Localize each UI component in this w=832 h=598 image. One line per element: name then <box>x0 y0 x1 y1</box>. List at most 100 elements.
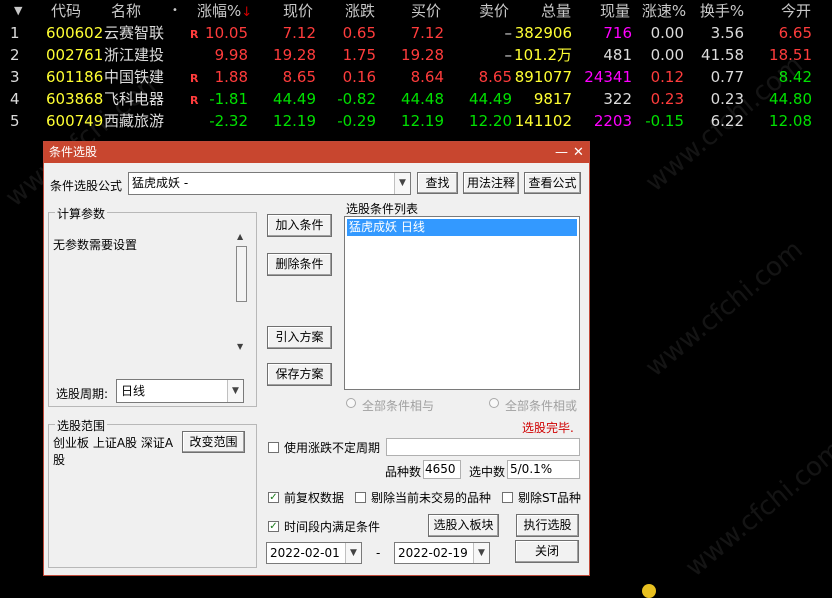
cell-change: 0.65 <box>342 24 376 42</box>
watermark: www.cfchi.com <box>680 434 832 583</box>
list-item[interactable]: 猛虎成妖 日线 <box>347 219 577 236</box>
date-to-value: 2022-02-19 <box>398 546 468 560</box>
col-header-open[interactable]: 今开 <box>778 0 814 22</box>
chevron-down-icon[interactable]: ▼ <box>345 543 361 563</box>
chevron-down-icon[interactable]: ▼ <box>473 543 489 563</box>
cell-idx: 4 <box>10 90 20 108</box>
date-separator: - <box>376 546 381 560</box>
col-header-change-pct[interactable]: 涨幅%↓ <box>197 0 252 24</box>
col-header-bid[interactable]: 买价 <box>408 0 444 22</box>
formula-combo[interactable]: 猛虎成妖 - ▼ <box>128 172 411 195</box>
time-range-label: 时间段内满足条件 <box>284 520 381 534</box>
exclude-st-checkbox[interactable] <box>502 492 513 503</box>
params-group-title: 计算参数 <box>55 205 108 222</box>
stock-count-value: 4650 <box>423 460 461 479</box>
period-value: 日线 <box>121 384 146 398</box>
cell-speed: 0.23 <box>650 90 684 108</box>
cell-turnover: 0.77 <box>710 68 744 86</box>
cell-change: 0.16 <box>342 68 376 86</box>
col-header-price[interactable]: 现价 <box>280 0 316 22</box>
table-row[interactable]: 4 603868 飞科电器 -1.81 44.49 -0.82 44.48 44.49 9817… <box>0 88 832 110</box>
pre-adjust-checkbox[interactable]: ✓ <box>268 492 279 503</box>
col-header-volume[interactable]: 总量 <box>538 0 574 22</box>
close-icon[interactable]: ✕ <box>573 142 584 163</box>
params-text: 无参数需要设置 <box>53 238 138 252</box>
cell-ask: – <box>504 24 513 42</box>
cell-name: 云赛智联 <box>104 24 165 42</box>
radio-and[interactable] <box>346 398 356 408</box>
period-combo[interactable]: 日线 ▼ <box>116 379 244 403</box>
header-menu-icon[interactable]: ▼ <box>14 0 22 22</box>
date-from-picker[interactable]: 2022-02-01 ▼ <box>266 542 362 564</box>
dialog-title: 条件选股 <box>49 145 98 159</box>
cell-speed: 0.12 <box>650 68 684 86</box>
scroll-down-icon[interactable]: ▼ <box>237 342 243 351</box>
minimize-icon[interactable]: — <box>555 142 568 163</box>
selected-count-label: 选中数 <box>469 465 506 479</box>
cell-open: 44.80 <box>769 90 812 108</box>
table-row[interactable]: 1 600602 云赛智联 10.05 7.12 0.65 7.12 –382906 716 0.… <box>0 22 832 44</box>
cell-idx: 3 <box>10 68 20 86</box>
variable-period-label: 使用涨跌不定周期 <box>284 441 381 455</box>
save-scheme-button[interactable]: 保存方案 <box>267 363 332 386</box>
params-scrollbar[interactable]: ▲ ▼ <box>235 230 249 354</box>
condition-list[interactable]: 猛虎成妖 日线 <box>344 216 580 390</box>
col-header-ask[interactable]: 卖价 <box>476 0 512 22</box>
view-formula-button[interactable]: 查看公式 <box>524 172 581 194</box>
cell-turnover: 41.58 <box>701 46 744 64</box>
cell-name: 中国铁建 <box>104 68 165 86</box>
radio-or[interactable] <box>489 398 499 408</box>
dialog-title-bar[interactable]: 条件选股 — ✕ <box>44 142 589 163</box>
col-header-change[interactable]: 涨跌 <box>342 0 378 22</box>
table-row[interactable]: 5 600749 西藏旅游 -2.32 12.19 -0.29 12.19 12.20 1411… <box>0 110 832 132</box>
import-scheme-button[interactable]: 引入方案 <box>267 326 332 349</box>
cell-name: 飞科电器 <box>104 90 165 108</box>
cell-speed: 0.00 <box>650 24 684 42</box>
radio-or-label: 全部条件相或 <box>505 399 578 413</box>
pre-adjust-label: 前复权数据 <box>284 491 345 505</box>
usage-notes-button[interactable]: 用法注释 <box>463 172 519 194</box>
col-header-turnover[interactable]: 换手% <box>699 0 745 22</box>
find-button[interactable]: 查找 <box>417 172 458 194</box>
date-to-picker[interactable]: 2022-02-19 ▼ <box>394 542 490 564</box>
cell-price: 8.65 <box>282 68 316 86</box>
r-flag-badge: R <box>190 94 199 107</box>
cell-code: 603868 <box>46 90 104 108</box>
dot-icon: • <box>172 5 178 16</box>
close-button[interactable]: 关闭 <box>515 540 579 563</box>
sort-desc-icon: ↓ <box>241 5 253 20</box>
scroll-up-icon[interactable]: ▲ <box>237 232 243 241</box>
variable-period-checkbox[interactable] <box>268 442 279 453</box>
cell-change-pct: -2.32 <box>209 112 248 130</box>
cell-change: -0.29 <box>337 112 376 130</box>
exclude-untraded-checkbox[interactable] <box>355 492 366 503</box>
col-header-speed[interactable]: 涨速% <box>641 0 687 22</box>
col-header-name[interactable]: 名称 <box>106 0 146 22</box>
scope-text: 创业板 上证A股 深证A股 <box>53 436 174 467</box>
execute-button[interactable]: 执行选股 <box>516 514 579 537</box>
col-header-current-volume[interactable]: 现量 <box>597 0 633 22</box>
cell-volume: 382906 <box>514 24 572 42</box>
stock-count-label: 品种数 <box>385 465 422 479</box>
date-from-value: 2022-02-01 <box>270 546 340 560</box>
add-to-block-button[interactable]: 选股入板块 <box>428 514 499 537</box>
app-corner-icon[interactable] <box>642 584 656 598</box>
chevron-down-icon[interactable]: ▼ <box>227 380 243 402</box>
cell-price: 12.19 <box>273 112 316 130</box>
cell-turnover: 0.23 <box>710 90 744 108</box>
scroll-thumb[interactable] <box>236 246 247 302</box>
table-row[interactable]: 2 002761 浙江建投 9.98 19.28 1.75 19.28 –101.2万 481 0… <box>0 44 832 66</box>
time-range-checkbox[interactable]: ✓ <box>268 521 279 532</box>
variable-period-input[interactable] <box>386 438 580 456</box>
add-condition-button[interactable]: 加入条件 <box>267 214 332 237</box>
status-text: 选股完毕. <box>522 421 574 435</box>
table-row[interactable]: 3 601186 中国铁建 1.88 8.65 0.16 8.64 8.65 891077 243… <box>0 66 832 88</box>
cell-cur-vol: 481 <box>603 46 632 64</box>
change-scope-button[interactable]: 改变范围 <box>182 431 245 453</box>
cell-volume: 891077 <box>514 68 572 86</box>
delete-condition-button[interactable]: 删除条件 <box>267 253 332 276</box>
col-header-code[interactable]: 代码 <box>46 0 86 22</box>
cell-ask: 44.49 <box>469 90 512 108</box>
cell-price: 44.49 <box>273 90 316 108</box>
chevron-down-icon[interactable]: ▼ <box>394 173 410 194</box>
